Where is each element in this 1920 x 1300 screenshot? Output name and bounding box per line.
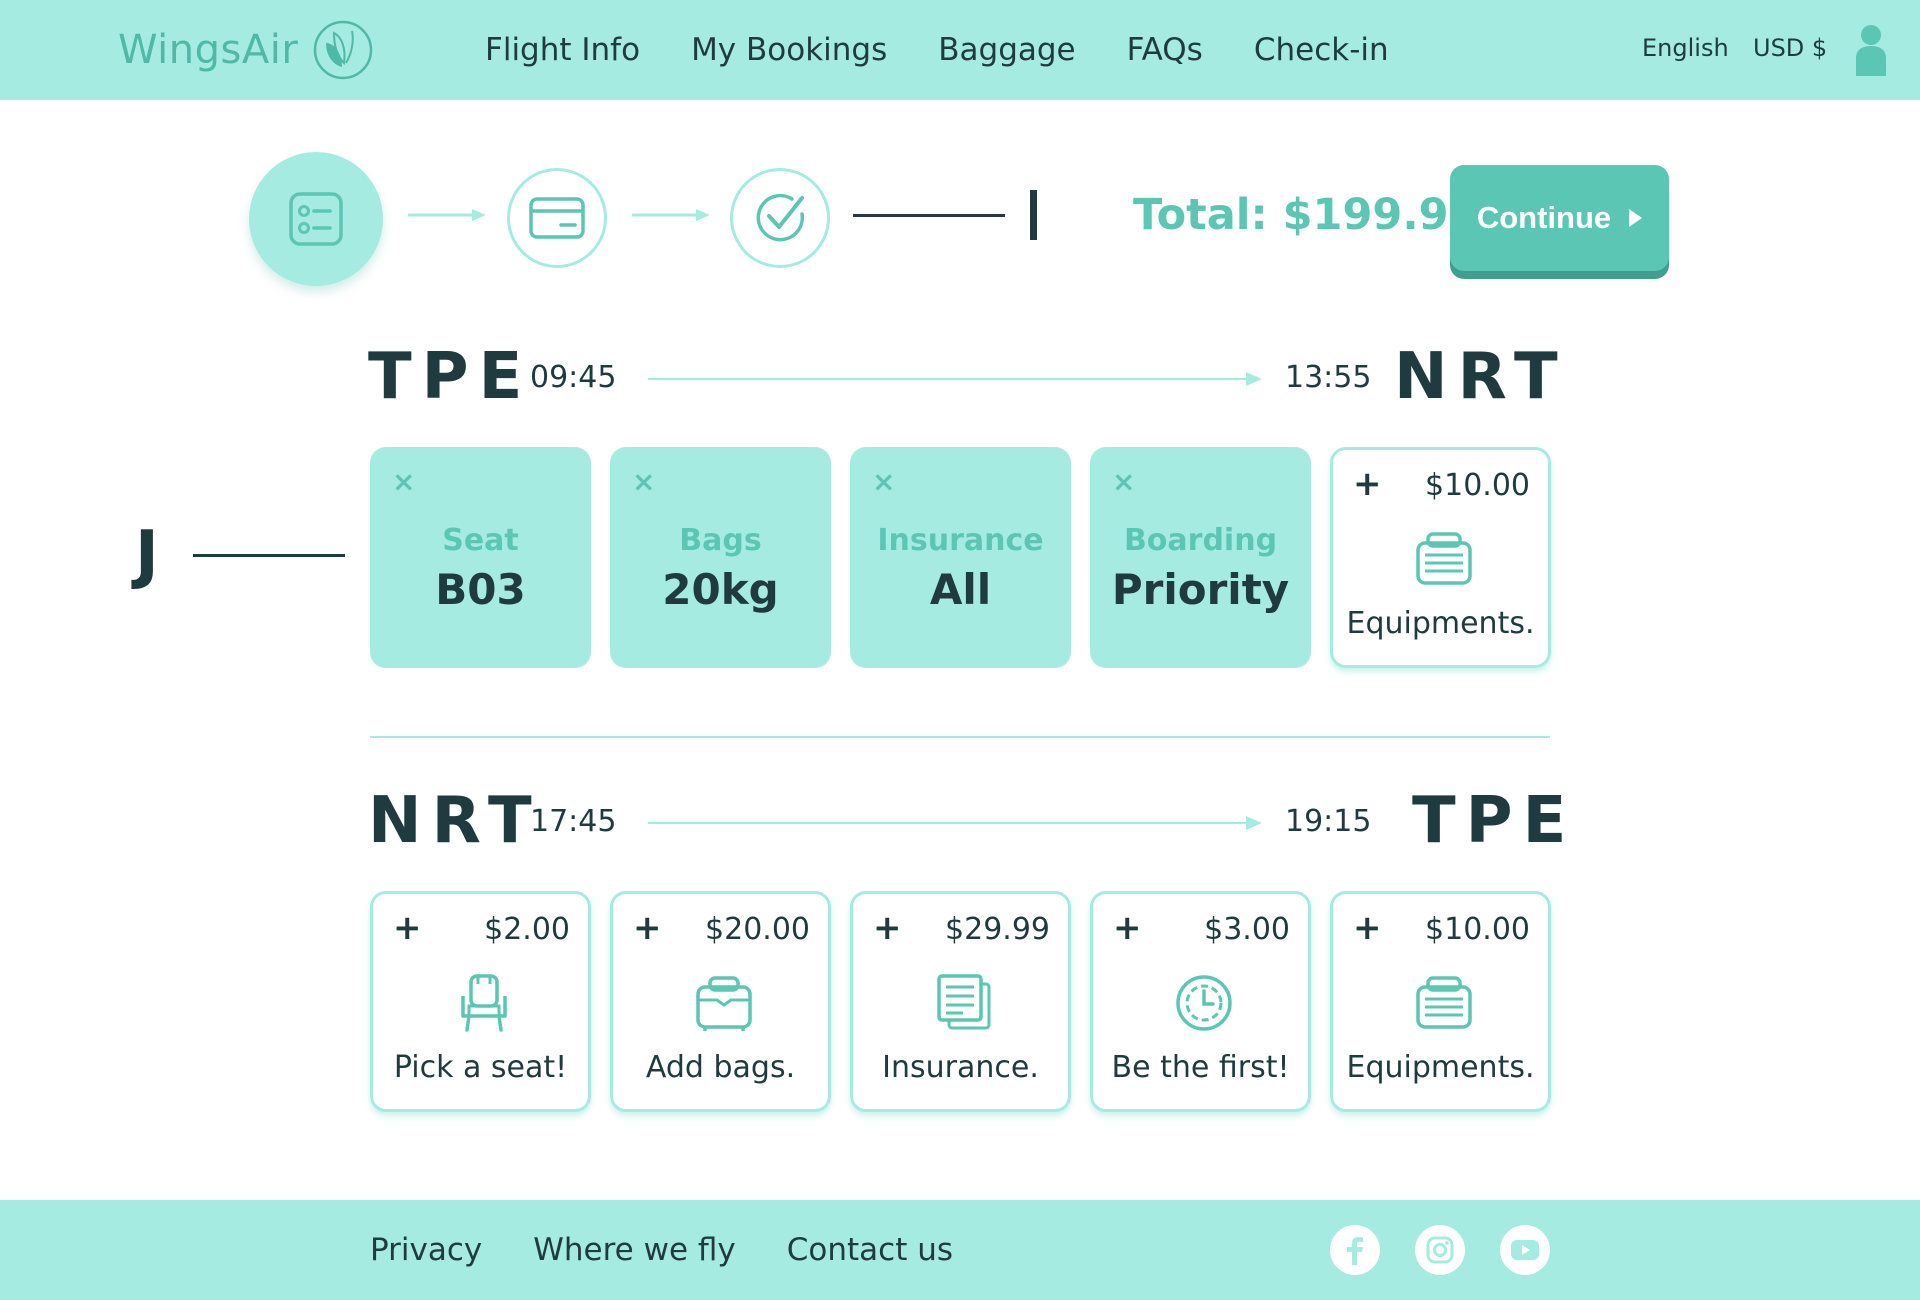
top-navigation-bar: WingsAir Flight Info My Bookings Baggage… <box>0 0 1920 100</box>
order-total: Total: $199.97 <box>1133 190 1479 240</box>
facebook-icon[interactable] <box>1330 1225 1380 1275</box>
option-text: Add bags. <box>645 1050 796 1085</box>
option-price: $20.00 <box>705 912 810 947</box>
add-priority-card[interactable]: + $3.00 Be the first! <box>1090 891 1311 1112</box>
text-cursor <box>1030 190 1037 240</box>
plus-icon: + <box>393 908 422 948</box>
footer: Privacy Where we fly Contact us <box>0 1200 1920 1300</box>
remove-icon[interactable]: × <box>632 465 655 498</box>
check-circle-icon <box>756 193 805 242</box>
j-marker-line <box>193 554 345 557</box>
nav-faqs[interactable]: FAQs <box>1127 32 1203 68</box>
card-label: Bags <box>679 523 762 558</box>
priority-clock-icon <box>1176 975 1232 1031</box>
progress-arrow <box>632 209 710 221</box>
flight-divider <box>370 736 1550 738</box>
footer-links: Privacy Where we fly Contact us <box>370 1200 1004 1300</box>
origin-airport: TPE <box>368 340 533 414</box>
remove-icon[interactable]: × <box>872 465 895 498</box>
step-payment[interactable] <box>507 168 607 268</box>
step-confirmation[interactable] <box>730 168 830 268</box>
arrival-time: 19:15 <box>1285 804 1372 839</box>
add-equipment-card[interactable]: + $10.00 Equipments. <box>1330 447 1551 668</box>
nav-flight-info[interactable]: Flight Info <box>485 32 640 68</box>
currency-selector[interactable]: USD $ <box>1753 34 1827 62</box>
card-value: 20kg <box>662 565 779 614</box>
equipment-icon <box>1416 976 1472 1029</box>
route-arrow <box>648 372 1262 386</box>
card-value: B03 <box>435 565 526 614</box>
add-bags-card[interactable]: + $20.00 Add bags. <box>610 891 831 1112</box>
facebook-glyph <box>1347 1237 1363 1265</box>
footer-where-we-fly-link[interactable]: Where we fly <box>533 1232 736 1268</box>
instagram-icon[interactable] <box>1415 1225 1465 1275</box>
play-arrow-icon <box>1629 209 1643 227</box>
plus-icon: + <box>1353 464 1382 504</box>
departure-time: 09:45 <box>530 360 617 395</box>
selected-seat-card[interactable]: × Seat B03 <box>370 447 591 668</box>
option-text: Pick a seat! <box>393 1050 568 1085</box>
card-value: All <box>929 565 992 614</box>
main-nav: Flight Info My Bookings Baggage FAQs Che… <box>485 0 1440 100</box>
progress-arrow <box>408 209 486 221</box>
brand-logo[interactable]: WingsAir <box>118 16 374 84</box>
youtube-icon[interactable] <box>1500 1225 1550 1275</box>
plus-icon: + <box>1353 908 1382 948</box>
option-price: $10.00 <box>1425 468 1530 503</box>
selected-boarding-card[interactable]: × Boarding Priority <box>1090 447 1311 668</box>
add-equipment-card[interactable]: + $10.00 Equipments. <box>1330 891 1551 1112</box>
step-extras[interactable] <box>249 152 383 286</box>
option-text: Insurance. <box>882 1050 1039 1085</box>
card-label: Insurance <box>877 523 1044 558</box>
destination-airport: TPE <box>1412 784 1577 858</box>
option-text: Equipments. <box>1346 606 1535 641</box>
instagram-glyph <box>1426 1236 1454 1264</box>
card-icon <box>529 197 585 239</box>
option-text: Equipments. <box>1346 1050 1535 1085</box>
add-seat-card[interactable]: + $2.00 Pick a seat! <box>370 891 591 1112</box>
footer-privacy-link[interactable]: Privacy <box>370 1232 482 1268</box>
plus-icon: + <box>633 908 662 948</box>
card-value: Priority <box>1111 565 1290 614</box>
continue-label: Continue <box>1476 200 1612 235</box>
selected-bags-card[interactable]: × Bags 20kg <box>610 447 831 668</box>
nav-check-in[interactable]: Check-in <box>1254 32 1389 68</box>
youtube-glyph <box>1511 1240 1539 1260</box>
option-price: $10.00 <box>1425 912 1530 947</box>
departure-time: 17:45 <box>530 804 617 839</box>
option-price: $2.00 <box>484 912 570 947</box>
arrival-time: 13:55 <box>1285 360 1372 395</box>
remove-icon[interactable]: × <box>392 465 415 498</box>
nav-my-bookings[interactable]: My Bookings <box>691 32 887 68</box>
destination-airport: NRT <box>1394 340 1568 414</box>
add-insurance-card[interactable]: + $29.99 Insurance. <box>850 891 1071 1112</box>
nav-baggage[interactable]: Baggage <box>938 32 1075 68</box>
plus-icon: + <box>1113 908 1142 948</box>
equipment-icon <box>1416 532 1472 585</box>
wings-logo-icon <box>314 20 373 80</box>
user-account-icon[interactable] <box>1854 24 1888 76</box>
footer-contact-link[interactable]: Contact us <box>787 1232 953 1268</box>
checklist-icon <box>289 192 343 246</box>
seat-icon <box>461 974 507 1032</box>
progress-end-line <box>853 214 1005 217</box>
selected-insurance-card[interactable]: × Insurance All <box>850 447 1071 668</box>
option-price: $29.99 <box>945 912 1050 947</box>
origin-airport: NRT <box>368 784 542 858</box>
card-label: Seat <box>442 523 519 558</box>
option-text: Be the first! <box>1111 1050 1290 1085</box>
insurance-icon <box>937 974 991 1030</box>
brand-name: WingsAir <box>118 27 299 73</box>
plus-icon: + <box>873 908 902 948</box>
card-label: Boarding <box>1123 523 1278 558</box>
bag-icon <box>696 976 752 1031</box>
option-price: $3.00 <box>1204 912 1290 947</box>
j-marker: J <box>135 518 159 592</box>
language-selector[interactable]: English <box>1642 34 1729 62</box>
route-arrow <box>648 816 1262 830</box>
continue-button[interactable]: Continue <box>1450 165 1669 271</box>
remove-icon[interactable]: × <box>1112 465 1135 498</box>
